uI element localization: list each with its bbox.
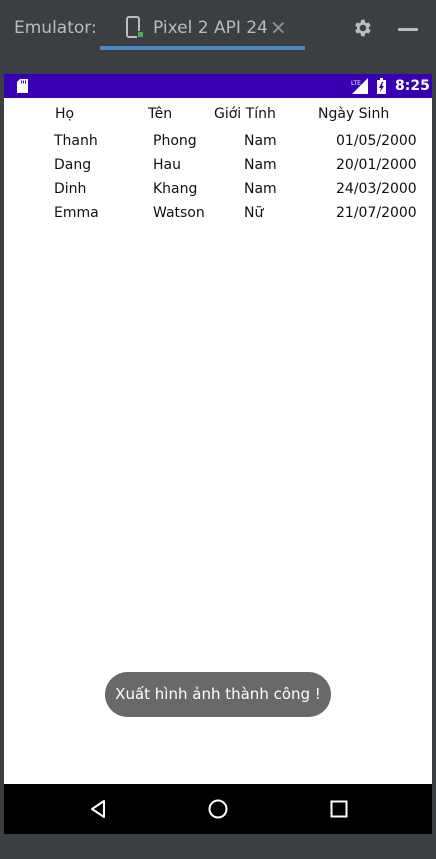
close-tab-icon[interactable]: ✕ bbox=[270, 16, 287, 40]
cell-gioi-tinh: Nam bbox=[244, 133, 277, 149]
battery-charging-icon bbox=[377, 78, 386, 94]
cell-gioi-tinh: Nam bbox=[244, 181, 277, 197]
header-ho: Họ bbox=[55, 106, 75, 122]
cell-ngay-sinh: 21/07/2000 bbox=[336, 205, 417, 221]
cell-ngay-sinh: 01/05/2000 bbox=[336, 133, 417, 149]
tab-title: Pixel 2 API 24 bbox=[153, 18, 268, 38]
tab-active-indicator bbox=[100, 46, 305, 50]
device-icon bbox=[126, 16, 144, 38]
recents-icon[interactable] bbox=[329, 799, 349, 819]
cell-ten: Watson bbox=[153, 205, 205, 221]
status-time: 8:25 bbox=[395, 78, 430, 94]
header-ten: Tên bbox=[148, 106, 173, 122]
cell-ho: Dang bbox=[54, 157, 92, 173]
navigation-bar bbox=[4, 784, 432, 834]
cell-ten: Hau bbox=[153, 157, 181, 173]
lte-text: LTE bbox=[351, 80, 361, 87]
header-ngay-sinh: Ngày Sinh bbox=[318, 106, 390, 122]
tab-pixel-2-api-24[interactable]: Pixel 2 API 24 ✕ bbox=[100, 0, 305, 52]
table-row[interactable]: Emma Watson Nữ 21/07/2000 bbox=[4, 205, 432, 227]
table-row[interactable]: Dang Hau Nam 20/01/2000 bbox=[4, 157, 432, 179]
back-icon[interactable] bbox=[88, 799, 108, 819]
cell-gioi-tinh: Nam bbox=[244, 157, 277, 173]
header-gioi-tinh: Giới Tính bbox=[214, 106, 276, 122]
cell-ngay-sinh: 20/01/2000 bbox=[336, 157, 417, 173]
cell-ngay-sinh: 24/03/2000 bbox=[336, 181, 417, 197]
cell-gioi-tinh: Nữ bbox=[244, 205, 264, 221]
home-icon[interactable] bbox=[208, 799, 228, 819]
emulator-label: Emulator: bbox=[14, 18, 97, 38]
table-row[interactable]: Dinh Khang Nam 24/03/2000 bbox=[4, 181, 432, 203]
cell-ten: Phong bbox=[153, 133, 197, 149]
emulator-toolbar: Emulator: Pixel 2 API 24 ✕ bbox=[0, 0, 436, 52]
lte-signal-icon: LTE bbox=[351, 78, 368, 94]
cell-ho: Emma bbox=[54, 205, 99, 221]
gear-icon[interactable] bbox=[351, 17, 373, 39]
table-header: Họ Tên Giới Tính Ngày Sinh bbox=[4, 106, 432, 128]
device-screen: LTE 8:25 Họ Tên Giới Tính Ngày Sinh Than… bbox=[4, 74, 432, 834]
minimize-icon[interactable] bbox=[398, 28, 418, 31]
status-bar: LTE 8:25 bbox=[4, 74, 432, 98]
cell-ten: Khang bbox=[153, 181, 198, 197]
cell-ho: Dinh bbox=[54, 181, 87, 197]
cell-ho: Thanh bbox=[54, 133, 98, 149]
toast-message: Xuất hình ảnh thành công ! bbox=[105, 672, 331, 717]
table-row[interactable]: Thanh Phong Nam 01/05/2000 bbox=[4, 133, 432, 155]
sd-card-icon bbox=[17, 79, 28, 93]
